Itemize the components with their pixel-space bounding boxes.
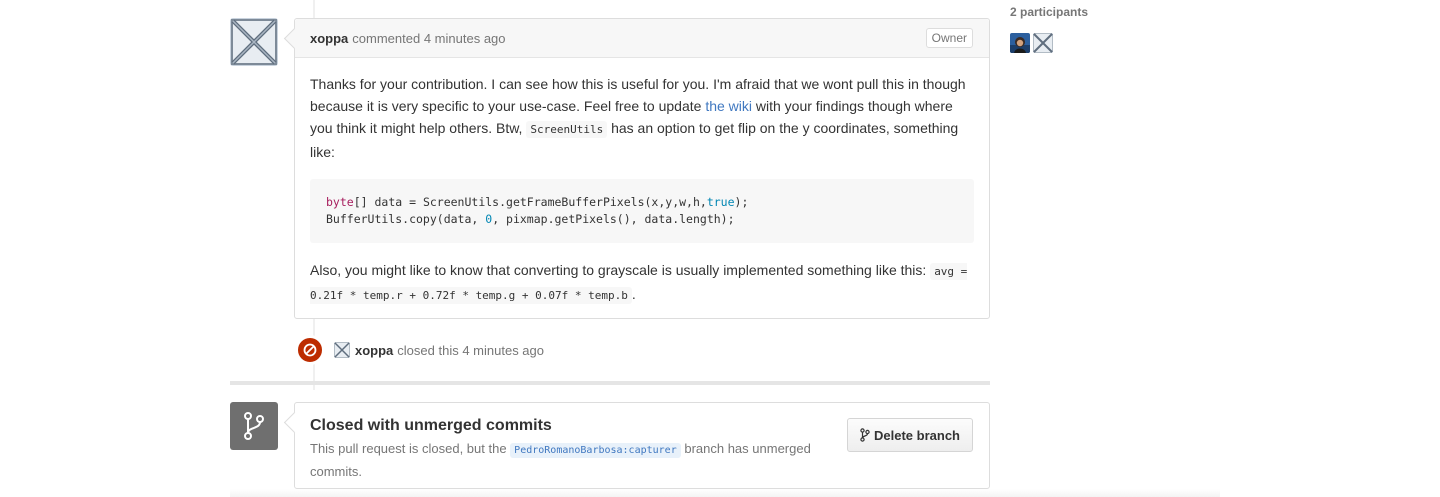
wiki-link[interactable]: the wiki <box>705 98 752 114</box>
broken-image-icon <box>230 18 278 66</box>
circle-slash-icon <box>296 336 324 364</box>
comment-paragraph: Also, you might like to know that conver… <box>310 259 974 307</box>
inline-code: ScreenUtils <box>526 121 608 138</box>
closer-avatar[interactable] <box>334 342 350 358</box>
user-photo-avatar-icon <box>1010 33 1030 53</box>
text-segment: . <box>631 286 636 302</box>
code-text: BufferUtils.copy(data, <box>326 212 486 226</box>
participant-avatar-xoppa[interactable] <box>1033 33 1053 53</box>
page-bottom-fade <box>230 489 1220 497</box>
text-segment: Also, you might like to know that conver… <box>310 262 931 278</box>
code-constant: true <box>706 195 735 209</box>
commenter-avatar[interactable] <box>230 18 278 66</box>
broken-image-icon <box>1033 33 1053 53</box>
delete-branch-button[interactable]: Delete branch <box>847 418 973 452</box>
code-text: [] data = ScreenUtils.getFrameBufferPixe… <box>353 195 707 209</box>
closed-author[interactable]: xoppa <box>355 343 393 358</box>
text-segment: This pull request is closed, but the <box>310 441 511 456</box>
code-block: byte[] data = ScreenUtils.getFrameBuffer… <box>310 179 974 243</box>
code-text: , pixmap.getPixels(), data.length); <box>492 212 735 226</box>
merge-status-box: Closed with unmerged commits This pull r… <box>294 402 990 489</box>
comment-box: xoppa commented 4 minutes ago Owner Than… <box>294 18 990 319</box>
merge-status-description: This pull request is closed, but the Ped… <box>310 438 820 482</box>
participants-title: 2 participants <box>1010 5 1089 19</box>
participant-avatars <box>1010 33 1088 53</box>
code-text: ); <box>734 195 749 209</box>
delete-branch-label: Delete branch <box>874 427 960 443</box>
git-branch-icon <box>230 402 278 450</box>
closed-event: xoppa closed this 4 minutes ago <box>296 336 544 364</box>
comment-time[interactable]: 4 minutes ago <box>424 31 506 46</box>
comment-header: xoppa commented 4 minutes ago Owner <box>295 19 989 58</box>
comment-action: commented <box>352 30 421 46</box>
broken-image-icon <box>334 342 350 358</box>
git-branch-icon <box>860 428 870 442</box>
closed-event-text: xoppa closed this 4 minutes ago <box>355 343 544 358</box>
comment-body: Thanks for your contribution. I can see … <box>295 58 989 338</box>
participants-section: 2 participants <box>1010 5 1088 53</box>
participant-avatar-pedro[interactable] <box>1010 33 1030 53</box>
comment-paragraph: Thanks for your contribution. I can see … <box>310 73 974 163</box>
branch-ref[interactable]: PedroRomanoBarbosa:capturer <box>510 443 681 458</box>
timeline-divider <box>230 381 990 385</box>
closed-description: closed this 4 minutes ago <box>397 342 544 358</box>
owner-badge: Owner <box>925 28 973 48</box>
comment-author[interactable]: xoppa <box>310 31 348 46</box>
code-keyword: byte <box>326 195 354 209</box>
